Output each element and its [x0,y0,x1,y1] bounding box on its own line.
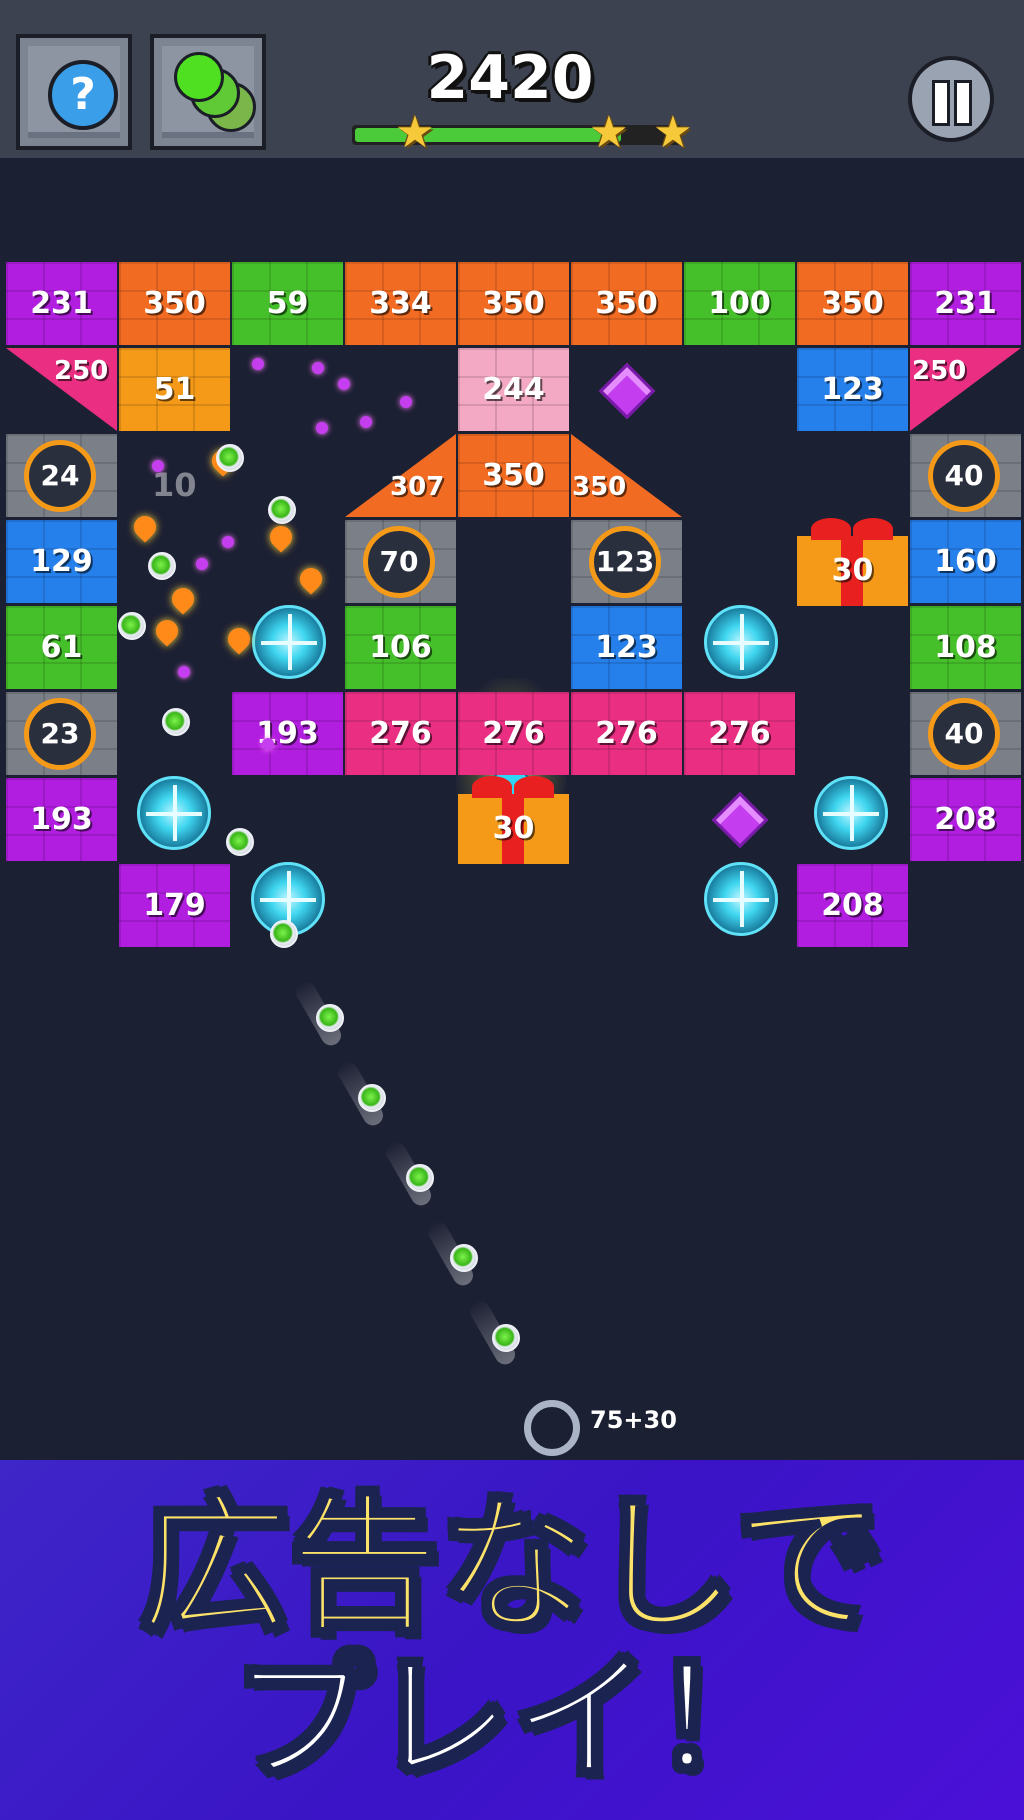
ball [226,828,254,856]
brick: 106 [345,606,456,689]
gem-icon [598,362,656,420]
bomb-brick: 70 [363,526,435,598]
ball [492,1324,520,1352]
brick: 208 [910,778,1021,861]
bomb-brick: 40 [928,698,1000,770]
ball [148,552,176,580]
fire-particle [129,511,161,543]
gift-box-value: 30 [831,553,874,588]
cross-laser-powerup-icon [137,776,211,850]
brick: 350 [119,262,230,345]
help-button[interactable]: ? [16,34,132,150]
brick: 59 [232,262,343,345]
brick: 123 [797,348,908,431]
brick: 179 [119,864,230,947]
ball [270,920,298,948]
cross-laser-powerup-icon [252,605,326,679]
brick: 276 [684,692,795,775]
banner-headline: 広告なしで [137,1480,887,1654]
ball [316,1004,344,1032]
spark-particle [338,378,350,390]
ball [268,496,296,524]
gift-box-value: 30 [492,811,535,846]
bomb-brick: 40 [928,440,1000,512]
brick: 231 [6,262,117,345]
ball [450,1244,478,1272]
star-icon: ★ [395,107,435,158]
top-bar: ? 2420 ★ ★ ★ [0,0,1024,158]
triangle-brick-value: 250 [54,356,109,386]
brick: 350 [458,434,569,517]
brick: 51 [119,348,230,431]
brick: 160 [910,520,1021,603]
brick: 350 [797,262,908,345]
triangle-brick-value: 250 [912,356,967,386]
fire-particle [295,563,327,595]
fire-particle [167,583,199,615]
fire-particle [151,615,183,647]
brick: 123 [571,606,682,689]
star-icon: ★ [589,107,629,158]
brick: 100 [684,262,795,345]
brick: 350 [458,262,569,345]
brick: 108 [910,606,1021,689]
spark-particle [360,416,372,428]
brick: 334 [345,262,456,345]
cross-laser-powerup-icon [704,862,778,936]
ball [118,612,146,640]
question-icon: ? [48,60,118,130]
cross-laser-powerup-icon [814,776,888,850]
ball [216,444,244,472]
spark-particle [152,460,164,472]
ball-select-button[interactable] [150,34,266,150]
pause-icon [932,80,950,126]
brick: 276 [458,692,569,775]
ball [162,708,190,736]
brick: 276 [345,692,456,775]
brick: 129 [6,520,117,603]
spark-particle [400,396,412,408]
promo-banner: 広告なしで プレイ！ [0,1460,1024,1820]
spark-particle [178,666,190,678]
triangle-brick-value: 307 [390,472,445,502]
bomb-brick: 24 [24,440,96,512]
ball-count-label: 75+30 [590,1406,677,1434]
ball [358,1084,386,1112]
game-board[interactable]: 231 350 59 334 350 350 100 350 231 250 5… [0,158,1024,1460]
ball [406,1164,434,1192]
banner-subheadline: プレイ！ [230,1638,794,1801]
brick: 276 [571,692,682,775]
gem-icon [711,791,769,849]
score-value: 2420 [426,43,594,113]
fire-particle [223,623,255,655]
brick: 350 [571,262,682,345]
spark-particle [196,558,208,570]
triangle-brick-value: 350 [572,472,627,502]
gift-box-brick: 30 [797,518,908,606]
brick: 61 [6,606,117,689]
ball-launcher[interactable] [524,1400,580,1456]
pause-button[interactable] [908,56,994,142]
green-balls-icon [162,46,256,138]
fire-particle [265,521,297,553]
spark-particle [222,536,234,548]
bomb-brick: 23 [24,698,96,770]
spark-particle [316,422,328,434]
brick: 231 [910,262,1021,345]
brick: 193 [232,692,343,775]
gift-box-brick: 30 [458,776,569,864]
spark-particle [252,358,264,370]
cross-laser-powerup-icon [704,605,778,679]
star-icon: ★ [653,107,693,158]
spark-particle [262,738,274,750]
spark-particle [312,362,324,374]
bomb-brick: 123 [589,526,661,598]
brick: 193 [6,778,117,861]
brick: 244 [458,348,569,431]
brick: 208 [797,864,908,947]
